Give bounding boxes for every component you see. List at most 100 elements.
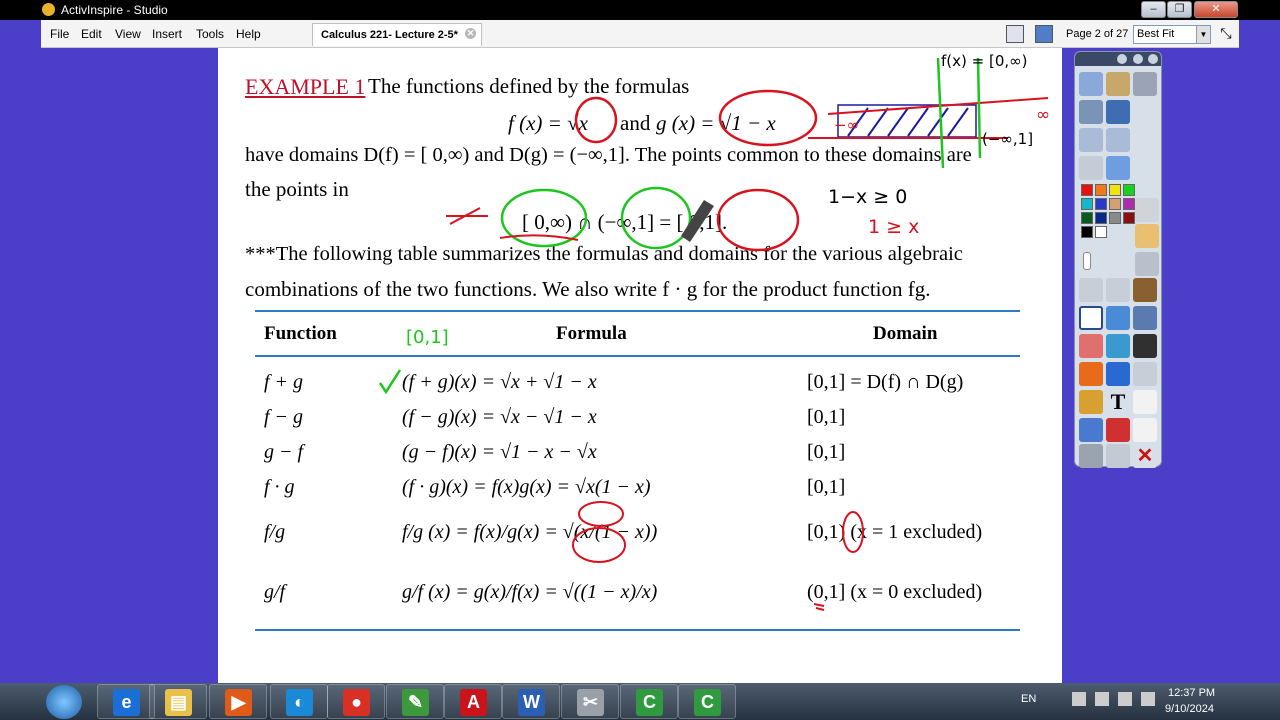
table-row: g − f	[264, 441, 304, 463]
refresh-icon[interactable]	[1106, 418, 1130, 442]
page-icon[interactable]	[1133, 306, 1157, 330]
color-swatch-cyan[interactable]	[1081, 198, 1093, 210]
table-row: [0,1] = D(f) ∩ D(g)	[807, 371, 964, 393]
color-swatch-gray[interactable]	[1109, 212, 1121, 224]
select-icon[interactable]	[1079, 278, 1103, 302]
taskbar-app-internet-explorer[interactable]: e	[97, 684, 155, 719]
delete-object-icon[interactable]	[1133, 334, 1157, 358]
close-tab-icon[interactable]: ✕	[465, 28, 476, 39]
color-swatch-purple[interactable]	[1123, 198, 1135, 210]
pen-icon[interactable]	[1079, 306, 1103, 330]
eraser-icon[interactable]	[1079, 334, 1103, 358]
tools-icon[interactable]	[1079, 100, 1103, 124]
maximize-button[interactable]: ❐	[1167, 1, 1192, 18]
battery-icon[interactable]	[1118, 692, 1132, 706]
start-button[interactable]	[46, 685, 82, 719]
close-button[interactable]: ✕	[1194, 1, 1238, 18]
color-swatch-blue[interactable]	[1095, 198, 1107, 210]
taskbar-app-media-player[interactable]: ▶	[209, 684, 267, 719]
color-swatch-orange[interactable]	[1095, 184, 1107, 196]
color-swatch-maroon[interactable]	[1123, 212, 1135, 224]
redo-icon[interactable]	[1106, 444, 1130, 468]
volume-icon[interactable]	[1141, 692, 1155, 706]
undo-icon[interactable]	[1079, 444, 1103, 468]
menu-file[interactable]: File	[50, 27, 69, 41]
dual-user-icon[interactable]	[1035, 25, 1053, 43]
print-icon[interactable]	[1135, 252, 1159, 276]
color-swatch-tan[interactable]	[1109, 198, 1121, 210]
menu-edit[interactable]: Edit	[81, 27, 102, 41]
browsers-icon[interactable]	[1106, 72, 1130, 96]
menu-insert[interactable]: Insert	[152, 27, 182, 41]
connector-icon[interactable]	[1106, 362, 1130, 386]
palette-title-bar[interactable]	[1075, 52, 1161, 66]
taskbar-app-camtasia-1[interactable]: C	[620, 684, 678, 719]
highlighter-icon[interactable]	[1135, 224, 1159, 248]
previous-page-icon[interactable]	[1079, 128, 1103, 152]
color-swatch-red[interactable]	[1081, 184, 1093, 196]
text-line-6: combinations of the two functions. We al…	[245, 277, 931, 301]
taskbar-app-acrobat[interactable]: A	[444, 684, 502, 719]
palette-minimize-icon[interactable]	[1133, 54, 1143, 64]
color-swatch-white[interactable]	[1095, 226, 1107, 238]
color-swatch-yellow[interactable]	[1109, 184, 1121, 196]
color-swatch-green[interactable]	[1123, 184, 1135, 196]
palette-close-icon[interactable]	[1148, 54, 1158, 64]
scissors-icon[interactable]	[1135, 198, 1159, 222]
pen-width-slider[interactable]	[1083, 252, 1091, 270]
color-swatch-black[interactable]	[1081, 226, 1093, 238]
shape-icon[interactable]	[1079, 362, 1103, 386]
text-line-1: The functions defined by the formulas	[368, 74, 690, 98]
pen-settings-icon[interactable]	[1133, 72, 1157, 96]
text-tool-icon[interactable]: T	[1106, 390, 1130, 414]
menu-tools[interactable]: Tools	[196, 27, 224, 41]
taskbar-app-camtasia-2[interactable]: C	[678, 684, 736, 719]
flipchart-page[interactable]: EXAMPLE 1 The functions defined by the f…	[218, 48, 1062, 683]
taskbar-app-chrome[interactable]: ●	[327, 684, 385, 719]
clear-icon[interactable]	[1079, 390, 1103, 414]
tools-wrench-icon[interactable]	[1106, 278, 1130, 302]
palette-menu-icon[interactable]	[1117, 54, 1127, 64]
marker-icon[interactable]	[1106, 306, 1130, 330]
taskbar-app-tools[interactable]: ✂	[561, 684, 619, 719]
close-palette-icon[interactable]: ✕	[1133, 444, 1157, 468]
record-icon[interactable]	[1079, 156, 1103, 180]
network-icon[interactable]	[1095, 692, 1109, 706]
table-row: (g − f)(x) = √1 − x − √x	[402, 441, 597, 463]
menu-view[interactable]: View	[115, 27, 141, 41]
clock-time[interactable]: 12:37 PM	[1168, 687, 1215, 699]
color-swatch-navy[interactable]	[1095, 212, 1107, 224]
table-row: f − g	[264, 406, 304, 428]
expand-icon[interactable]: ⤡	[1217, 25, 1235, 43]
zoom-select[interactable]: Best Fit ▼	[1133, 25, 1211, 44]
table-row: [0,1]	[807, 476, 846, 498]
taskbar-app-word[interactable]: W	[502, 684, 560, 719]
taskbar-app-file-explorer[interactable]: ▤	[149, 684, 207, 719]
fill-icon[interactable]	[1106, 334, 1130, 358]
duplicate-icon[interactable]	[1133, 390, 1157, 414]
taskbar-app-activinspire[interactable]: ✎	[386, 684, 444, 719]
menu-help[interactable]: Help	[236, 27, 261, 41]
handwriting-icon[interactable]	[1106, 100, 1130, 124]
language-indicator[interactable]: EN	[1021, 693, 1036, 705]
color-swatch-dark-green[interactable]	[1081, 212, 1093, 224]
document-tab[interactable]: Calculus 221- Lecture 2-5* ✕	[312, 23, 482, 46]
next-page-icon[interactable]	[1106, 128, 1130, 152]
flag-icon[interactable]	[1072, 692, 1086, 706]
taskbar-app-edge[interactable]: ◐	[270, 684, 328, 719]
page-sorter-icon[interactable]	[1006, 25, 1024, 43]
table-row: f + g	[264, 371, 304, 393]
table-row: f · g	[264, 476, 295, 498]
reset-icon[interactable]	[1079, 418, 1103, 442]
minimize-button[interactable]: –	[1141, 1, 1166, 18]
camera-icon[interactable]	[1133, 278, 1157, 302]
new-page-icon[interactable]	[1133, 418, 1157, 442]
text-line-5: ***The following table summarizes the fo…	[245, 243, 963, 265]
clock-date[interactable]: 9/10/2024	[1165, 703, 1214, 715]
magic-ink-icon[interactable]	[1133, 362, 1157, 386]
document-tab-label: Calculus 221- Lecture 2-5*	[321, 29, 458, 41]
revealer-icon[interactable]	[1106, 156, 1130, 180]
header-domain: Domain	[873, 323, 938, 344]
activinspire-icon: ✎	[402, 689, 429, 716]
main-menu-icon[interactable]	[1079, 72, 1103, 96]
